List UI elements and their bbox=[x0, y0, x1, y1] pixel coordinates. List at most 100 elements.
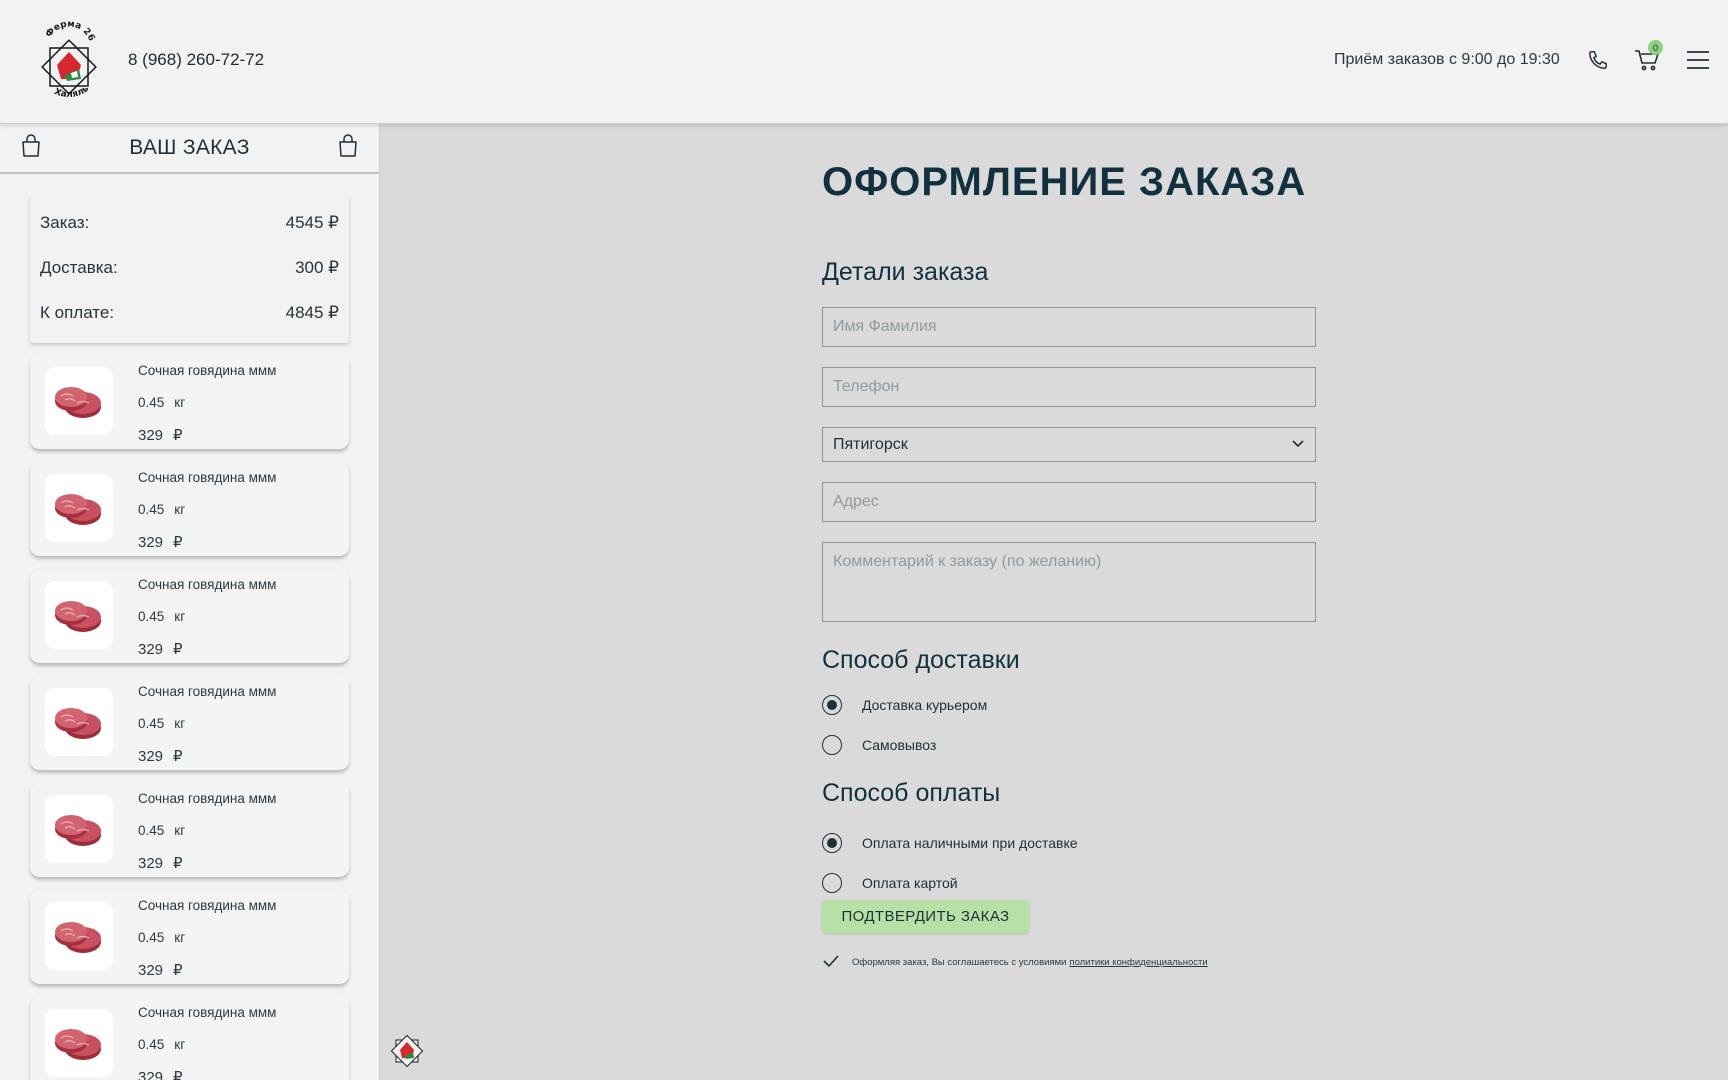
address-input[interactable] bbox=[822, 482, 1316, 522]
confirm-order-button[interactable]: ПОДТВЕРДИТЬ ЗАКАЗ bbox=[822, 900, 1029, 933]
product-name: Сочная говядина ммм bbox=[138, 363, 277, 378]
city-select[interactable]: Пятигорск bbox=[822, 427, 1316, 462]
weight-value: 0.45 bbox=[138, 930, 165, 945]
price-value: 329 bbox=[138, 641, 164, 658]
product-name: Сочная говядина ммм bbox=[138, 577, 277, 592]
radio-label: Доставка курьером bbox=[862, 697, 988, 713]
product-image bbox=[45, 474, 113, 542]
name-input[interactable] bbox=[822, 307, 1316, 347]
price-value: 329 bbox=[138, 748, 164, 765]
product-price: 329 ₽ bbox=[138, 1068, 193, 1080]
summary-label: Заказ: bbox=[40, 212, 90, 232]
product-price: 329 ₽ bbox=[138, 640, 193, 658]
product-name: Сочная говядина ммм bbox=[138, 1005, 277, 1020]
phone-icon[interactable] bbox=[1584, 46, 1612, 74]
weight-value: 0.45 bbox=[138, 716, 165, 731]
city-select-value: Пятигорск bbox=[833, 435, 908, 453]
brand-logo[interactable]: Ферма 26 Халяль bbox=[38, 19, 100, 102]
svg-text:Ферма 26: Ферма 26 bbox=[44, 20, 96, 43]
order-item-card[interactable]: Сочная говядина ммм 0.45 кг 329 ₽ bbox=[30, 676, 349, 771]
product-price: 329 ₽ bbox=[138, 961, 193, 979]
weight-value: 0.45 bbox=[138, 609, 165, 624]
product-weight: 0.45 кг bbox=[138, 502, 195, 517]
order-item-card[interactable]: Сочная говядина ммм 0.45 кг 329 ₽ bbox=[30, 997, 349, 1080]
radio-payment-cash[interactable]: Оплата наличными при доставке bbox=[822, 833, 1078, 853]
summary-label: Доставка: bbox=[40, 257, 118, 277]
radio-button[interactable] bbox=[822, 695, 842, 715]
menu-icon[interactable] bbox=[1684, 46, 1712, 74]
product-name: Сочная говядина ммм bbox=[138, 470, 277, 485]
product-image bbox=[45, 688, 113, 756]
order-hours: Приём заказов с 9:00 до 19:30 bbox=[1334, 51, 1560, 68]
product-weight: 0.45 кг bbox=[138, 823, 195, 838]
section-payment-method: Способ оплаты bbox=[822, 779, 1001, 807]
price-currency: ₽ bbox=[173, 855, 183, 872]
section-delivery-method: Способ доставки bbox=[822, 646, 1020, 674]
order-item-card[interactable]: Сочная говядина ммм 0.45 кг 329 ₽ bbox=[30, 890, 349, 985]
price-currency: ₽ bbox=[173, 1069, 183, 1080]
order-sidebar: ВАШ ЗАКАЗ Заказ: 4545 ₽ Доставка: 300 ₽ … bbox=[0, 124, 380, 1080]
cart-icon[interactable]: 0 bbox=[1633, 40, 1663, 74]
section-order-details: Детали заказа bbox=[822, 258, 989, 286]
product-price: 329 ₽ bbox=[138, 533, 193, 551]
price-value: 329 bbox=[138, 427, 164, 444]
shopping-bag-icon bbox=[20, 133, 42, 163]
sidebar-title: ВАШ ЗАКАЗ bbox=[129, 136, 250, 159]
price-value: 329 bbox=[138, 855, 164, 872]
product-image bbox=[45, 1009, 113, 1077]
order-item-card[interactable]: Сочная говядина ммм 0.45 кг 329 ₽ bbox=[30, 355, 349, 450]
chevron-down-icon bbox=[1291, 436, 1305, 454]
phone-input[interactable] bbox=[822, 367, 1316, 407]
price-currency: ₽ bbox=[173, 534, 183, 551]
agreement-text: Оформляя заказ, Вы соглашаетесь с услови… bbox=[852, 957, 1067, 968]
weight-value: 0.45 bbox=[138, 823, 165, 838]
checkmark-icon[interactable] bbox=[822, 954, 840, 971]
shopping-bag-icon bbox=[337, 133, 359, 163]
radio-delivery-pickup[interactable]: Самовывоз bbox=[822, 735, 936, 755]
product-name: Сочная говядина ммм bbox=[138, 791, 277, 806]
radio-button[interactable] bbox=[822, 735, 842, 755]
weight-unit: кг bbox=[174, 930, 186, 945]
weight-value: 0.45 bbox=[138, 1037, 165, 1052]
weight-unit: кг bbox=[174, 609, 186, 624]
price-currency: ₽ bbox=[173, 962, 183, 979]
radio-label: Оплата наличными при доставке bbox=[862, 835, 1078, 851]
order-item-card[interactable]: Сочная говядина ммм 0.45 кг 329 ₽ bbox=[30, 569, 349, 664]
summary-row-order: Заказ: 4545 ₽ bbox=[40, 200, 339, 245]
summary-value: 4845 ₽ bbox=[285, 302, 339, 322]
order-item-card[interactable]: Сочная говядина ммм 0.45 кг 329 ₽ bbox=[30, 462, 349, 557]
summary-row-delivery: Доставка: 300 ₽ bbox=[40, 245, 339, 290]
brand-logo-small[interactable] bbox=[390, 1034, 424, 1068]
price-value: 329 bbox=[138, 962, 164, 979]
product-weight: 0.45 кг bbox=[138, 716, 195, 731]
product-image bbox=[45, 581, 113, 649]
weight-value: 0.45 bbox=[138, 395, 165, 410]
radio-payment-card[interactable]: Оплата картой bbox=[822, 873, 958, 893]
radio-label: Оплата картой bbox=[862, 875, 958, 891]
price-value: 329 bbox=[138, 1069, 164, 1080]
privacy-policy-link[interactable]: политики конфиденциальности bbox=[1069, 957, 1207, 968]
price-currency: ₽ bbox=[173, 641, 183, 658]
site-header: Ферма 26 Халяль 8 (968) 260-72-72 Приём … bbox=[0, 0, 1728, 124]
product-image bbox=[45, 367, 113, 435]
header-phone-number[interactable]: 8 (968) 260-72-72 bbox=[128, 50, 264, 70]
product-weight: 0.45 кг bbox=[138, 930, 195, 945]
price-currency: ₽ bbox=[173, 427, 183, 444]
cart-count-badge: 0 bbox=[1648, 40, 1663, 55]
summary-row-total: К оплате: 4845 ₽ bbox=[40, 290, 339, 335]
product-price: 329 ₽ bbox=[138, 854, 193, 872]
radio-button[interactable] bbox=[822, 833, 842, 853]
summary-label: К оплате: bbox=[40, 302, 115, 322]
product-price: 329 ₽ bbox=[138, 426, 193, 444]
product-image bbox=[45, 902, 113, 970]
comment-textarea[interactable] bbox=[822, 542, 1316, 622]
weight-unit: кг bbox=[174, 502, 186, 517]
sidebar-header: ВАШ ЗАКАЗ bbox=[0, 124, 379, 174]
product-weight: 0.45 кг bbox=[138, 1037, 195, 1052]
product-name: Сочная говядина ммм bbox=[138, 898, 277, 913]
radio-button[interactable] bbox=[822, 873, 842, 893]
product-name: Сочная говядина ммм bbox=[138, 684, 277, 699]
privacy-agreement: Оформляя заказ, Вы соглашаетесь с услови… bbox=[822, 954, 1208, 971]
order-item-card[interactable]: Сочная говядина ммм 0.45 кг 329 ₽ bbox=[30, 783, 349, 878]
radio-delivery-courier[interactable]: Доставка курьером bbox=[822, 695, 987, 715]
